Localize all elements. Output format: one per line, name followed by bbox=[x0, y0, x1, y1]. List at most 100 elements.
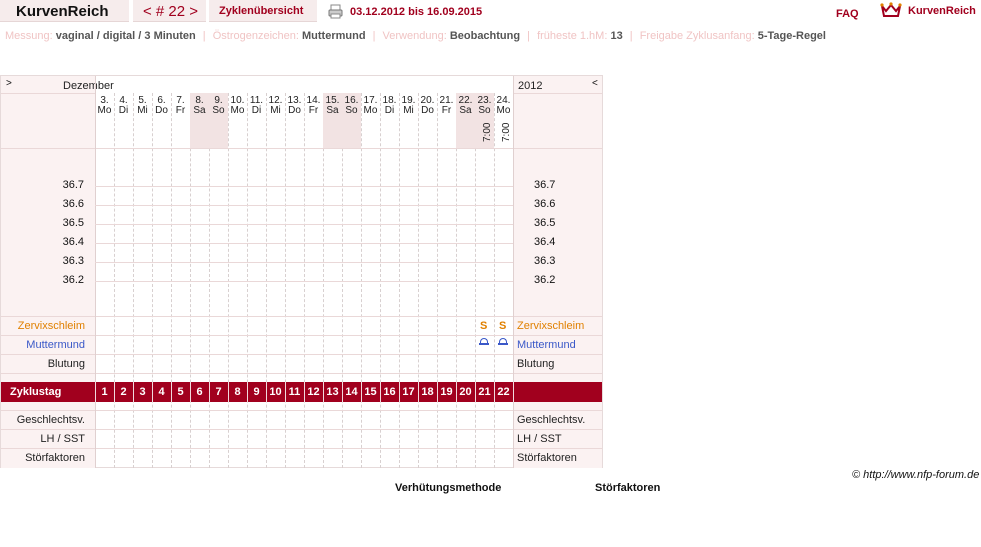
printer-icon[interactable] bbox=[328, 4, 343, 19]
legend-factors-heading: Störfaktoren bbox=[595, 482, 661, 494]
cycle-day-cell[interactable]: 20 bbox=[456, 386, 475, 398]
temp-label-left: 36.2 bbox=[62, 274, 84, 286]
measurement-time: 7:00 bbox=[479, 123, 498, 172]
cycle-day-separator bbox=[114, 382, 115, 402]
weekday: Mo bbox=[97, 105, 112, 116]
cycle-overview-link[interactable]: Zyklenübersicht bbox=[219, 5, 303, 17]
cycle-navigation[interactable]: < # 22 > bbox=[143, 3, 198, 20]
day-header[interactable]: 5. Mi bbox=[133, 96, 152, 116]
intercourse-row-label: Geschlechtsv. bbox=[517, 414, 586, 426]
separator: | bbox=[372, 30, 376, 42]
day-header[interactable]: 3. Mo bbox=[95, 96, 114, 116]
day-header[interactable]: 15. Sa bbox=[323, 96, 342, 116]
next-month-arrow[interactable]: < bbox=[592, 78, 598, 89]
cycle-day-cell[interactable]: 9 bbox=[247, 386, 266, 398]
day-header[interactable]: 7. Fr bbox=[171, 96, 190, 116]
day-header[interactable]: 23. So bbox=[475, 96, 494, 116]
day-header[interactable]: 12. Mi bbox=[266, 96, 285, 116]
cycle-day-separator bbox=[361, 382, 362, 402]
day-header[interactable]: 17. Mo bbox=[361, 96, 380, 116]
cycle-day-separator bbox=[190, 382, 191, 402]
cycle-day-cell[interactable]: 11 bbox=[285, 386, 304, 398]
cervix-symbol-icon[interactable] bbox=[479, 338, 489, 345]
temp-gridline bbox=[95, 224, 513, 225]
cycle-day-cell[interactable]: 4 bbox=[152, 386, 171, 398]
day-header[interactable]: 19. Mi bbox=[399, 96, 418, 116]
divider bbox=[1, 335, 602, 336]
cycle-day-cell[interactable]: 16 bbox=[380, 386, 399, 398]
day-header[interactable]: 22. Sa bbox=[456, 96, 475, 116]
weekday: Mo bbox=[496, 105, 511, 116]
day-header[interactable]: 10. Mo bbox=[228, 96, 247, 116]
divider bbox=[513, 93, 602, 94]
weekday: Do bbox=[155, 105, 168, 116]
divider bbox=[1, 429, 602, 430]
day-header[interactable]: 4. Di bbox=[114, 96, 133, 116]
cycle-day-separator bbox=[247, 382, 248, 402]
cycle-day-cell[interactable]: 5 bbox=[171, 386, 190, 398]
cycle-day-cell[interactable]: 10 bbox=[266, 386, 285, 398]
temp-gridline bbox=[95, 186, 513, 187]
estrogen-value: Muttermund bbox=[302, 30, 366, 42]
cervix-symbol-icon[interactable] bbox=[498, 338, 508, 345]
day-header[interactable]: 11. Di bbox=[247, 96, 266, 116]
cycle-day-cell[interactable]: 14 bbox=[342, 386, 361, 398]
mucus-mark[interactable]: S bbox=[480, 320, 487, 332]
day-header[interactable]: 6. Do bbox=[152, 96, 171, 116]
cycle-day-cell[interactable]: 12 bbox=[304, 386, 323, 398]
cycle-day-cell[interactable]: 21 bbox=[475, 386, 494, 398]
cycle-day-cell[interactable]: 18 bbox=[418, 386, 437, 398]
measurement-label: Messung: bbox=[5, 30, 53, 42]
cycle-day-cell[interactable]: 15 bbox=[361, 386, 380, 398]
brand-link[interactable]: KurvenReich bbox=[908, 5, 976, 17]
cycle-day-separator bbox=[456, 382, 457, 402]
day-header[interactable]: 8. Sa bbox=[190, 96, 209, 116]
cervix-row-label: Muttermund bbox=[517, 339, 576, 351]
weekday: Di bbox=[384, 105, 395, 116]
temp-label-right: 36.4 bbox=[534, 236, 556, 248]
usage-value: Beobachtung bbox=[449, 30, 521, 42]
day-header[interactable]: 24. Mo bbox=[494, 96, 513, 116]
cycle-day-separator bbox=[95, 382, 96, 402]
cycle-day-cell[interactable]: 19 bbox=[437, 386, 456, 398]
temp-label-right: 36.5 bbox=[534, 217, 556, 229]
measurement-time-text: 7:00 bbox=[482, 122, 493, 142]
cycle-day-cell[interactable]: 22 bbox=[494, 386, 513, 398]
day-header[interactable]: 18. Di bbox=[380, 96, 399, 116]
cycle-day-cell[interactable]: 3 bbox=[133, 386, 152, 398]
day-header[interactable]: 14. Fr bbox=[304, 96, 323, 116]
app-logo-text[interactable]: KurvenReich bbox=[16, 3, 109, 20]
faq-link[interactable]: FAQ bbox=[836, 8, 859, 20]
prev-month-arrow[interactable]: > bbox=[6, 78, 12, 89]
bleeding-row-label: Blutung bbox=[47, 358, 85, 370]
copyright[interactable]: © http://www.nfp-forum.de bbox=[852, 469, 979, 481]
cycle-day-cell[interactable]: 8 bbox=[228, 386, 247, 398]
crown-heart-icon[interactable] bbox=[880, 2, 902, 18]
temp-label-left: 36.5 bbox=[62, 217, 84, 229]
year-label: 2012 bbox=[518, 80, 543, 92]
cycle-day-cell[interactable]: 6 bbox=[190, 386, 209, 398]
cycle-day-separator bbox=[266, 382, 267, 402]
cycle-day-separator bbox=[304, 382, 305, 402]
day-header[interactable]: 13. Do bbox=[285, 96, 304, 116]
cycle-day-separator bbox=[513, 382, 514, 402]
cycle-day-cell[interactable]: 13 bbox=[323, 386, 342, 398]
day-header[interactable]: 16. So bbox=[342, 96, 361, 116]
mucus-mark[interactable]: S bbox=[499, 320, 506, 332]
legend-method-heading: Verhütungsmethode bbox=[395, 482, 502, 494]
cycle-day-cell[interactable]: 2 bbox=[114, 386, 133, 398]
weekday: So bbox=[345, 105, 358, 116]
day-header[interactable]: 20. Do bbox=[418, 96, 437, 116]
cycle-day-cell[interactable]: 1 bbox=[95, 386, 114, 398]
separator: | bbox=[202, 30, 206, 42]
cycle-day-cell[interactable]: 17 bbox=[399, 386, 418, 398]
weekday: So bbox=[478, 105, 491, 116]
day-header[interactable]: 9. So bbox=[209, 96, 228, 116]
cycle-day-separator bbox=[418, 382, 419, 402]
intercourse-row-label: Geschlechtsv. bbox=[16, 414, 85, 426]
cycle-day-cell[interactable]: 7 bbox=[209, 386, 228, 398]
earliest-label: früheste 1.hM: bbox=[537, 30, 608, 42]
day-header[interactable]: 21. Fr bbox=[437, 96, 456, 116]
cycle-day-separator bbox=[475, 382, 476, 402]
weekday: Di bbox=[251, 105, 262, 116]
